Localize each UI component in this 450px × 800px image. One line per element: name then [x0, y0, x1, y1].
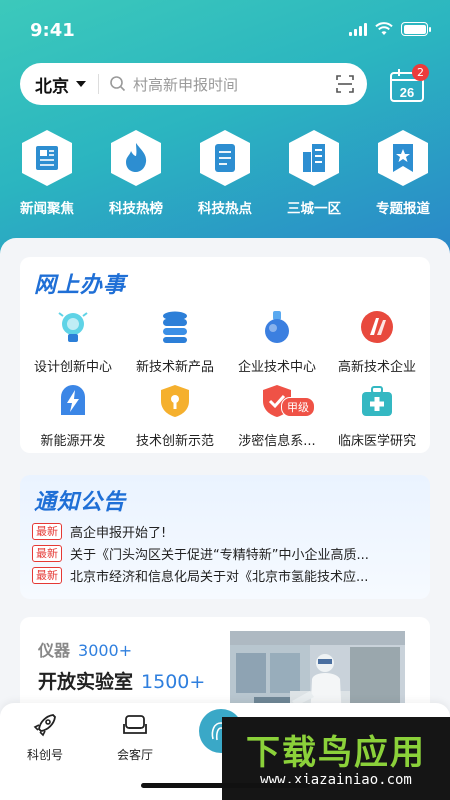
- service-label: 设计创新中心: [33, 360, 112, 375]
- flask-icon: [265, 311, 289, 343]
- service-label: 新技术新产品: [135, 360, 214, 375]
- notice-text: 高企申报开始了!: [70, 525, 167, 541]
- service-new-products[interactable]: 新技术新产品: [125, 309, 225, 375]
- medical-kit-icon: [362, 386, 392, 416]
- search-bar[interactable]: 北京 村高新申报时间: [20, 63, 367, 105]
- open-lab-count: 1500+: [141, 671, 206, 693]
- quick-nav-hot-list[interactable]: 科技热榜: [91, 128, 181, 217]
- search-input[interactable]: 村高新申报时间: [133, 74, 238, 95]
- signal-icon: [349, 22, 367, 36]
- rocket-icon: [33, 714, 56, 737]
- calendar-day: 26: [400, 85, 414, 100]
- wifi-icon: [375, 22, 393, 35]
- quick-nav-label: 科技热榜: [109, 201, 163, 217]
- service-label: 技术创新示范: [135, 434, 214, 449]
- quick-nav-special-reports[interactable]: 专题报道: [358, 128, 448, 217]
- service-label: 涉密信息系...: [238, 434, 316, 449]
- tab-label: 会客厅: [116, 748, 153, 762]
- notice-item[interactable]: 最新 北京市经济和信息化局关于对《北京市氢能技术应...: [32, 565, 368, 585]
- tab-label: 科创号: [26, 748, 63, 762]
- service-design-center[interactable]: 设计创新中心: [23, 309, 123, 375]
- service-innovation-demo[interactable]: 技术创新示范: [125, 383, 225, 449]
- quick-nav-label: 专题报道: [376, 201, 430, 217]
- quick-nav-hot-topics[interactable]: 科技热点: [180, 128, 270, 217]
- database-icon: [163, 311, 187, 343]
- status-time: 9:41: [30, 20, 75, 41]
- lock-shield-icon: [161, 385, 189, 417]
- notice-item[interactable]: 最新 高企申报开始了!: [32, 521, 166, 541]
- new-tag: 最新: [32, 522, 62, 540]
- news-icon: [22, 130, 72, 186]
- notice-card: 通知公告 最新 高企申报开始了! 最新 关于《门头沟区关于促进“专精特新”中小企…: [20, 475, 430, 599]
- instrument-label: 仪器: [38, 641, 71, 660]
- service-clinical-research[interactable]: 临床医学研究: [327, 383, 427, 449]
- building-icon: [289, 130, 339, 186]
- quick-nav-label: 三城一区: [287, 201, 341, 217]
- search-icon: [110, 76, 126, 92]
- online-services-card: 网上办事 设计创新中心 新技术新产品 企业技术中心 高新技术企业 新能源开发 技…: [20, 257, 430, 453]
- grade-badge: 甲级: [281, 397, 315, 417]
- sofa-icon: [123, 715, 147, 734]
- home-indicator: [141, 783, 309, 788]
- notice-text: 北京市经济和信息化局关于对《北京市氢能技术应...: [70, 569, 369, 585]
- tab-kechuanghao[interactable]: 科创号: [0, 711, 90, 763]
- new-tag: 最新: [32, 566, 62, 584]
- service-tech-center[interactable]: 企业技术中心: [227, 309, 327, 375]
- lightbulb-icon: [58, 312, 88, 342]
- chevron-down-icon[interactable]: [76, 81, 86, 87]
- city-selector[interactable]: 北京: [35, 72, 69, 97]
- flame-icon: [111, 130, 161, 186]
- document-icon: [200, 130, 250, 186]
- quick-nav: 新闻聚焦 科技热榜 科技热点 三城一区 专题报道: [0, 128, 450, 218]
- service-label: 企业技术中心: [237, 360, 316, 375]
- new-tag: 最新: [32, 544, 62, 562]
- service-classified-info[interactable]: 涉密信息系... 甲级: [227, 383, 327, 449]
- battery-icon: [401, 22, 431, 36]
- service-hightech-enterprise[interactable]: 高新技术企业: [327, 309, 427, 375]
- quick-nav-label: 新闻聚焦: [20, 201, 74, 217]
- open-lab-label: 开放实验室: [38, 671, 134, 693]
- service-label: 新能源开发: [40, 434, 106, 449]
- instrument-count: 3000+: [78, 641, 133, 660]
- section-title: 网上办事: [34, 273, 127, 298]
- quick-nav-three-cities[interactable]: 三城一区: [269, 128, 359, 217]
- scan-icon[interactable]: [335, 74, 355, 94]
- quick-nav-news[interactable]: 新闻聚焦: [2, 128, 92, 217]
- watermark-title: 下载鸟应用: [246, 733, 426, 773]
- hightech-logo-icon: [361, 311, 393, 343]
- service-new-energy[interactable]: 新能源开发: [23, 383, 123, 449]
- section-title: 通知公告: [34, 490, 127, 515]
- notice-item[interactable]: 最新 关于《门头沟区关于促进“专精特新”中小企业高质...: [32, 543, 369, 563]
- status-bar: 9:41: [0, 0, 450, 60]
- service-label: 临床医学研究: [337, 434, 416, 449]
- quick-nav-label: 科技热点: [198, 201, 252, 217]
- lightning-icon: [61, 385, 85, 415]
- notification-badge: 2: [412, 64, 429, 81]
- star-bookmark-icon: [378, 130, 428, 186]
- notice-text: 关于《门头沟区关于促进“专精特新”中小企业高质...: [70, 547, 369, 563]
- service-label: 高新技术企业: [337, 360, 416, 375]
- tab-reception[interactable]: 会客厅: [90, 711, 180, 763]
